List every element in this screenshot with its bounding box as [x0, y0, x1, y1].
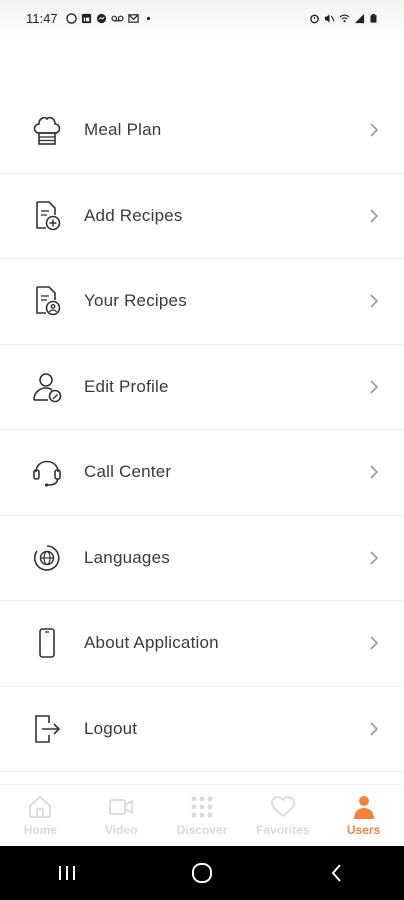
- video-icon: [108, 794, 134, 820]
- menu-item-label: Edit Profile: [84, 376, 169, 396]
- dot-icon: [146, 16, 150, 20]
- menu-item-label: Your Recipes: [84, 291, 187, 311]
- grid-icon: [189, 794, 215, 820]
- edit-profile-icon: [30, 370, 64, 404]
- menu-item-label: Call Center: [84, 462, 172, 482]
- tab-favorites[interactable]: Favorites: [243, 785, 323, 847]
- back-button[interactable]: [307, 853, 367, 893]
- recents-button[interactable]: [37, 853, 97, 893]
- menu-item-label: Logout: [84, 718, 138, 738]
- voicemail-icon: [110, 15, 124, 21]
- tab-discover[interactable]: Discover: [162, 785, 242, 847]
- status-bar: 11:47: [0, 0, 404, 36]
- tab-label: Users: [346, 823, 381, 837]
- home-button[interactable]: [172, 853, 232, 893]
- signal-icon: [354, 13, 365, 23]
- alarm-icon: [310, 14, 319, 23]
- chevron-right-icon: [370, 722, 379, 736]
- user-icon: [351, 794, 377, 820]
- chevron-right-icon: [370, 209, 379, 223]
- menu-item-languages[interactable]: Languages: [0, 516, 404, 601]
- chevron-right-icon: [370, 551, 379, 565]
- tab-home[interactable]: Home: [0, 785, 80, 847]
- messenger-icon: [96, 13, 106, 23]
- github-icon: [65, 12, 77, 24]
- linkedin-icon: [81, 13, 91, 23]
- user-document-icon: [30, 284, 64, 318]
- menu-item-edit-profile[interactable]: Edit Profile: [0, 345, 404, 430]
- chevron-right-icon: [370, 294, 379, 308]
- tab-video[interactable]: Video: [81, 785, 161, 847]
- recents-icon: [59, 866, 76, 880]
- chef-hat-icon: [30, 113, 64, 147]
- menu-item-label: Meal Plan: [84, 120, 162, 140]
- menu-item-add-recipes[interactable]: Add Recipes: [0, 174, 404, 259]
- tab-label: Video: [104, 823, 138, 837]
- phone-icon: [30, 626, 64, 660]
- menu-item-meal-plan[interactable]: Meal Plan: [0, 88, 404, 174]
- chevron-right-icon: [370, 465, 379, 479]
- home-circle-icon: [191, 863, 212, 883]
- tab-label: Favorites: [256, 823, 310, 837]
- mute-icon: [324, 13, 335, 23]
- tab-label: Discover: [176, 823, 228, 837]
- menu-item-logout[interactable]: Logout: [0, 687, 404, 772]
- back-icon: [331, 864, 341, 882]
- menu-item-call-center[interactable]: Call Center: [0, 430, 404, 516]
- menu-item-label: Languages: [84, 547, 170, 567]
- status-left: 11:47: [26, 11, 154, 26]
- menu-item-label: Add Recipes: [84, 205, 183, 225]
- tab-label: Home: [23, 823, 58, 837]
- system-nav-bar: [0, 846, 404, 900]
- bottom-tab-bar: Home Video Discover Favorites Users: [0, 784, 404, 846]
- status-time: 11:47: [26, 10, 58, 26]
- globe-icon: [30, 541, 64, 575]
- tab-users[interactable]: Users: [324, 785, 404, 847]
- menu-item-label: About Application: [84, 633, 219, 653]
- status-right: [309, 13, 378, 24]
- battery-icon: [370, 13, 377, 23]
- headset-icon: [30, 455, 64, 489]
- menu-item-your-recipes[interactable]: Your Recipes: [0, 259, 404, 345]
- menu-item-about-application[interactable]: About Application: [0, 601, 404, 687]
- add-document-icon: [30, 199, 64, 233]
- heart-icon: [270, 794, 296, 820]
- chevron-right-icon: [370, 123, 379, 137]
- profile-menu: Meal Plan Add Recipes Your Recipes Edit …: [0, 88, 404, 772]
- chevron-right-icon: [370, 380, 379, 394]
- logout-icon: [30, 712, 64, 746]
- home-icon: [27, 794, 53, 820]
- chevron-right-icon: [370, 636, 379, 650]
- gmail-icon: [127, 13, 139, 23]
- wifi-icon: [339, 13, 350, 22]
